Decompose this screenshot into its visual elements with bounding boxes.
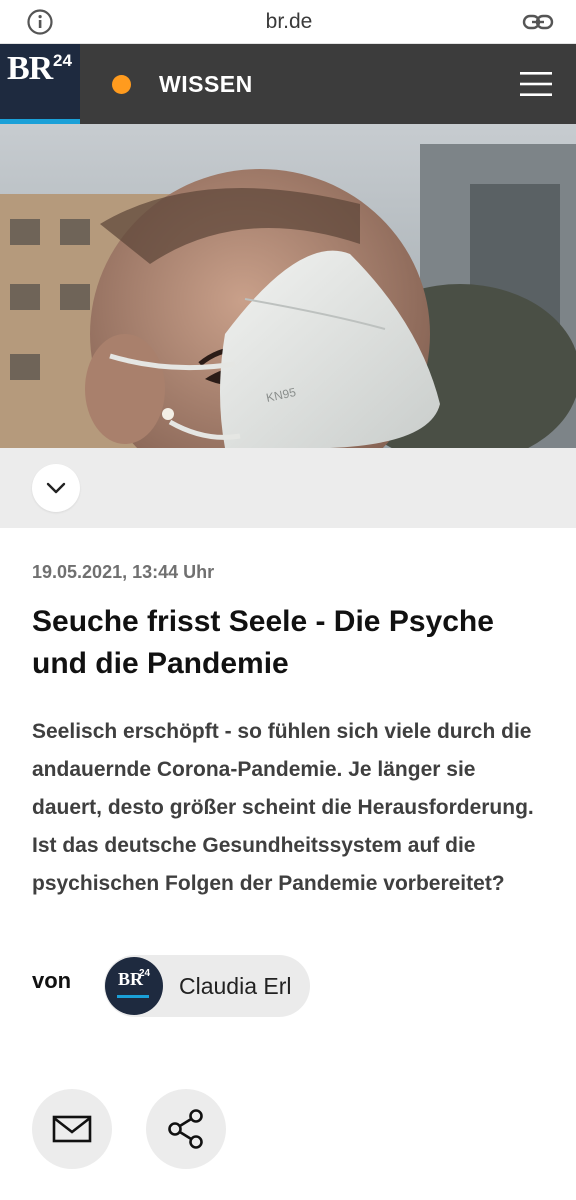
- image-caption-expander: [0, 448, 576, 528]
- info-icon[interactable]: [24, 6, 56, 38]
- mail-button[interactable]: [32, 1089, 112, 1169]
- author-chip[interactable]: BR 24 Claudia Erl: [104, 955, 310, 1017]
- link-icon[interactable]: [522, 6, 554, 38]
- expand-caption-button[interactable]: [32, 464, 80, 512]
- share-button[interactable]: [146, 1089, 226, 1169]
- publish-date: 19.05.2021, 13:44 Uhr: [32, 562, 215, 582]
- mail-icon: [52, 1115, 92, 1143]
- section-label[interactable]: WISSEN: [80, 44, 496, 124]
- article-title: Seuche frisst Seele - Die Psyche und die…: [32, 605, 494, 680]
- logo-number: 24: [53, 51, 72, 70]
- url-text[interactable]: br.de: [266, 10, 313, 34]
- article-lead: Seelisch erschöpft - so fühlen sich viel…: [32, 720, 534, 895]
- site-header: BR 24 WISSEN: [0, 44, 576, 124]
- author-name: Claudia Erl: [179, 972, 292, 999]
- by-label: von: [32, 968, 72, 993]
- avatar: BR 24: [105, 957, 163, 1015]
- article-actions: [32, 1089, 542, 1169]
- br24-logo[interactable]: BR 24: [0, 44, 80, 124]
- live-dot-icon: [112, 74, 131, 94]
- hamburger-menu-icon: [520, 72, 552, 96]
- avatar-number: 24: [139, 968, 151, 979]
- logo-brand: BR: [7, 50, 53, 87]
- article: 19.05.2021, 13:44 Uhr Seuche frisst Seel…: [0, 528, 576, 1169]
- avatar-underline: [117, 995, 149, 998]
- browser-url-bar: br.de: [0, 0, 576, 44]
- chevron-down-icon: [46, 482, 66, 494]
- share-icon: [168, 1109, 203, 1149]
- author-row: von BR 24 Claudia Erl: [32, 955, 542, 1017]
- menu-button[interactable]: [496, 44, 576, 124]
- hero-image: KN95: [0, 124, 576, 448]
- section-name: WISSEN: [159, 70, 253, 97]
